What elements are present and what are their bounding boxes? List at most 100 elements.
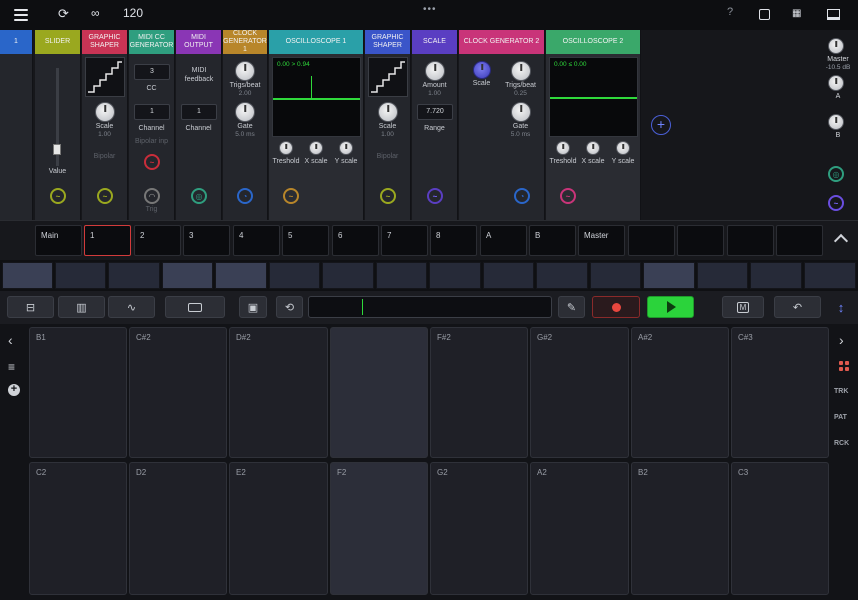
clock-icon[interactable]: ◔	[514, 188, 530, 204]
y-scale-knob[interactable]	[616, 141, 630, 155]
track-empty[interactable]	[727, 225, 774, 256]
pattern-cell[interactable]	[269, 262, 320, 289]
pad[interactable]: C2	[29, 462, 127, 595]
track-master[interactable]: Master	[578, 225, 625, 256]
pad[interactable]: D2	[129, 462, 227, 595]
lfo-icon[interactable]: ~	[380, 188, 396, 204]
bipolar-label[interactable]: Bipolar	[365, 153, 410, 160]
levels-view-button[interactable]: ▥	[58, 296, 105, 318]
pattern-cell[interactable]	[322, 262, 374, 289]
clock-icon[interactable]: ◔	[237, 188, 253, 204]
scale-knob[interactable]	[95, 102, 115, 122]
module-graphic-shaper-1[interactable]: GRAPHIC SHAPER Scale 1.00 Bipolar ~	[82, 30, 128, 220]
track-7[interactable]: 7	[381, 225, 428, 256]
keyboard-view-button[interactable]	[165, 296, 225, 318]
resize-button[interactable]: ↕	[829, 296, 853, 318]
lfo-icon[interactable]: ~	[560, 188, 576, 204]
mixer-view-button[interactable]: ⊟	[7, 296, 54, 318]
trk-button[interactable]: TRK	[834, 388, 848, 395]
timeline-scrubber[interactable]	[308, 296, 552, 318]
tempo-display[interactable]: 120	[123, 6, 143, 20]
chevron-right-icon[interactable]: ›	[839, 332, 844, 348]
track-empty[interactable]	[776, 225, 823, 256]
pad[interactable]: C3	[731, 462, 829, 595]
module-midi-output[interactable]: MIDI OUTPUT MIDI feedback 1 Channel ◎	[176, 30, 222, 220]
pad[interactable]: A#2	[631, 327, 729, 458]
module-clock-generator-1[interactable]: CLOCK GENERATOR 1 Trigs/beat 2.00 Gate 5…	[223, 30, 268, 220]
track-6[interactable]: 6	[332, 225, 379, 256]
shaper-curve[interactable]	[85, 57, 125, 97]
menu-icon[interactable]	[14, 9, 28, 21]
track-empty[interactable]	[677, 225, 724, 256]
lfo-icon[interactable]: ~	[97, 188, 113, 204]
pattern-cell[interactable]	[2, 262, 53, 289]
channel-field[interactable]: 1	[134, 104, 170, 120]
trigs-per-beat-knob[interactable]	[511, 61, 531, 81]
master-knob[interactable]	[828, 38, 844, 54]
help-icon[interactable]: ?	[727, 6, 733, 18]
module-clock-generator-2[interactable]: CLOCK GENERATOR 2 Scale Trigs/beat 0.25 …	[459, 30, 545, 220]
pattern-cell[interactable]	[643, 262, 695, 289]
send-b-knob[interactable]	[828, 114, 844, 130]
pad[interactable]	[330, 327, 428, 458]
play-button[interactable]	[647, 296, 694, 318]
pattern-cell[interactable]	[590, 262, 641, 289]
midi-port-icon[interactable]: ◎	[191, 188, 207, 204]
pattern-cell[interactable]	[429, 262, 481, 289]
pad[interactable]: G2	[430, 462, 528, 595]
track-3[interactable]: 3	[183, 225, 230, 256]
module-slider[interactable]: SLIDER Value ~	[35, 30, 81, 220]
pattern-cell[interactable]	[215, 262, 267, 289]
screen-icon[interactable]	[827, 9, 840, 20]
x-scale-knob[interactable]	[309, 141, 323, 155]
cc-output-icon[interactable]: ~	[144, 154, 160, 170]
pad[interactable]: A2	[530, 462, 629, 595]
pat-button[interactable]: PAT	[834, 414, 847, 421]
module-graphic-shaper-2[interactable]: GRAPHIC SHAPER Scale 1.00 Bipolar ~	[365, 30, 411, 220]
track-4[interactable]: 4	[233, 225, 280, 256]
track-empty[interactable]	[628, 225, 675, 256]
rck-button[interactable]: RCK	[834, 440, 849, 447]
track-a[interactable]: A	[480, 225, 527, 256]
pattern-cell[interactable]	[108, 262, 160, 289]
lfo-icon[interactable]: ~	[283, 188, 299, 204]
threshold-knob[interactable]	[279, 141, 293, 155]
module-1[interactable]: 1	[0, 30, 33, 220]
bipolar-input-label[interactable]: Bipolar inp	[129, 138, 174, 145]
chevron-left-icon[interactable]: ‹	[8, 332, 13, 348]
track-8[interactable]: 8	[430, 225, 477, 256]
module-oscilloscope-1[interactable]: OSCILLOSCOPE 1 0.00 > 0.94 Treshold X sc…	[269, 30, 364, 220]
trig-icon[interactable]: ◠	[144, 188, 160, 204]
midi-feedback-label[interactable]: MIDI feedback	[184, 66, 214, 84]
track-1[interactable]: 1	[84, 225, 131, 256]
scale-knob[interactable]	[473, 61, 491, 79]
pad[interactable]: F2	[330, 462, 428, 595]
lfo-icon[interactable]: ~	[828, 195, 844, 211]
pattern-cell[interactable]	[536, 262, 588, 289]
scale-knob[interactable]	[378, 102, 398, 122]
lfo-icon[interactable]: ~	[427, 188, 443, 204]
sync-icon[interactable]: ⟳	[58, 6, 69, 22]
pattern-cell[interactable]	[55, 262, 106, 289]
pattern-cell[interactable]	[750, 262, 802, 289]
trigs-per-beat-knob[interactable]	[235, 61, 255, 81]
threshold-knob[interactable]	[556, 141, 570, 155]
module-oscilloscope-2[interactable]: OSCILLOSCOPE 2 0.00 ≤ 0.00 Treshold X sc…	[546, 30, 641, 220]
more-dots-icon[interactable]: •••	[423, 4, 437, 15]
pattern-cell[interactable]	[697, 262, 748, 289]
track-2[interactable]: 2	[134, 225, 181, 256]
loop-icon[interactable]: ∞	[91, 6, 100, 20]
pad[interactable]: C#3	[731, 327, 829, 458]
grid-icon[interactable]: ▦	[792, 8, 802, 19]
pad[interactable]: B1	[29, 327, 127, 458]
pattern-cell[interactable]	[162, 262, 213, 289]
pad[interactable]: G#2	[530, 327, 629, 458]
amount-knob[interactable]	[425, 61, 445, 81]
cc-number-field[interactable]: 3	[134, 64, 170, 80]
add-circle-icon[interactable]: +	[8, 384, 20, 396]
pad-grid-icon[interactable]	[839, 361, 849, 371]
gate-knob[interactable]	[511, 102, 531, 122]
pad[interactable]: E2	[229, 462, 328, 595]
loop-toggle-button[interactable]: ⟲	[276, 296, 303, 318]
list-icon[interactable]: ≡	[8, 360, 15, 374]
